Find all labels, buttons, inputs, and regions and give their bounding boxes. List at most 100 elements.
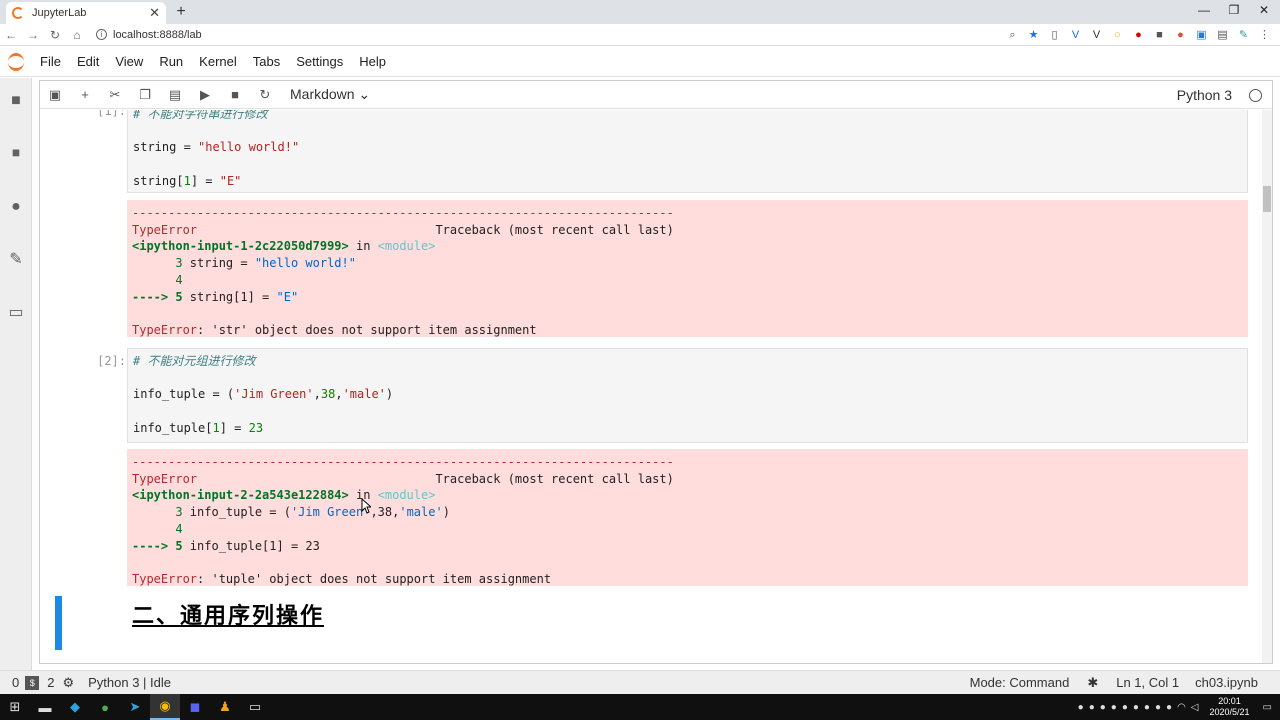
scrollbar-thumb[interactable] [1263, 186, 1271, 212]
notebook-panel: ▣ + ✂ ❐ ▤ ▶ ■ ↻ Markdown ⌄ Python 3 [1]:… [39, 80, 1273, 664]
cut-icon[interactable]: ✂ [100, 87, 130, 103]
cursor-position[interactable]: Ln 1, Col 1 [1116, 675, 1179, 690]
status-bar: 0 $ 2 ⚙ Python 3 | Idle Mode: Command ✱ … [0, 670, 1280, 694]
zoom-icon[interactable]: ⌕ [1005, 28, 1020, 42]
tabs-icon[interactable]: ▭ [7, 304, 25, 322]
paste-icon[interactable]: ▤ [160, 87, 190, 103]
extension-orange-icon[interactable]: ● [1173, 28, 1188, 42]
kernel-gear-icon[interactable]: ⚙ [62, 675, 74, 691]
app-icon-orange[interactable]: ♟ [210, 694, 240, 720]
wrench-icon[interactable]: ✎ [7, 251, 25, 269]
file-name: ch03.ipynb [1195, 675, 1258, 690]
extension-circle-icon[interactable]: ○ [1110, 28, 1125, 42]
run-icon[interactable]: ▶ [190, 87, 220, 103]
terminal-app-icon[interactable]: ▭ [240, 694, 270, 720]
running-kernels-icon[interactable]: ⏹ [7, 145, 25, 163]
url-field[interactable]: i localhost:8888/lab [96, 29, 202, 41]
folder-icon[interactable]: ■ [7, 92, 25, 110]
tray-icon[interactable]: ● [1078, 702, 1084, 713]
menu-edit[interactable]: Edit [69, 54, 107, 69]
tray-icon[interactable]: ● [1155, 702, 1161, 713]
windows-taskbar: ⊞ ▬ ◆ ● ➤ ◉ ◼ ♟ ▭ ● ● ● ● ● ● ● ● ● ◠ ◁ … [0, 694, 1280, 720]
reload-icon[interactable]: ↻ [44, 28, 66, 42]
extension-feather-icon[interactable]: ✎ [1236, 28, 1251, 42]
url-text: localhost:8888/lab [113, 28, 202, 41]
browser-address-bar: ← → ↻ ⌂ i localhost:8888/lab ⌕ ★ ▯ V V ○… [0, 24, 1280, 46]
close-tab-icon[interactable]: ✕ [149, 5, 160, 21]
code-string: "E" [276, 289, 299, 304]
new-tab-button[interactable]: + [172, 2, 190, 22]
clock-time: 20:01 [1218, 696, 1241, 706]
notebook-scrollbar[interactable] [1262, 110, 1272, 663]
chrome-icon[interactable]: ◉ [150, 694, 180, 720]
terminal-count[interactable]: 0 [12, 675, 19, 690]
menu-help[interactable]: Help [351, 54, 394, 69]
mode-indicator[interactable]: Mode: Command [970, 675, 1070, 690]
code-cell-input[interactable]: # 不能对元组进行修改 ​ info_tuple = ('Jim Green',… [127, 348, 1248, 443]
code-text: , [335, 387, 343, 402]
wechat-icon[interactable]: ● [90, 694, 120, 720]
copy-icon[interactable]: ❐ [130, 87, 160, 103]
volume-icon[interactable]: ◁ [1191, 702, 1199, 713]
code-string: "E" [219, 173, 242, 188]
cell-type-select[interactable]: Markdown ⌄ [290, 86, 370, 103]
browser-tab-title: JupyterLab [32, 7, 87, 19]
tray-icon[interactable]: ● [1111, 702, 1117, 713]
system-clock[interactable]: 20:01 2020/5/21 [1210, 696, 1250, 718]
terminal-icon[interactable]: $ [25, 675, 40, 690]
browser-tab[interactable]: JupyterLab ✕ [6, 2, 166, 24]
input-reference: <ipython-input-2-2a543e122884> [132, 488, 349, 503]
line-number: 3 [132, 505, 190, 520]
menu-view[interactable]: View [107, 54, 151, 69]
bug-icon[interactable]: ✱ [1087, 675, 1098, 691]
system-tray: ● ● ● ● ● ● ● ● ● ◠ ◁ 20:01 2020/5/21 ▭ [1078, 694, 1272, 720]
tray-icon[interactable]: ● [1144, 702, 1150, 713]
tray-icon[interactable]: ● [1100, 702, 1106, 713]
forward-arrow-icon[interactable]: → [22, 28, 44, 42]
home-icon[interactable]: ⌂ [66, 28, 88, 42]
tray-icon[interactable]: ● [1122, 702, 1128, 713]
stop-icon[interactable]: ■ [220, 87, 250, 102]
menu-settings[interactable]: Settings [288, 54, 351, 69]
bookmark-star-icon[interactable]: ★ [1026, 28, 1041, 42]
restore-window-button[interactable]: ❐ [1224, 3, 1244, 17]
minimize-window-button[interactable]: — [1194, 3, 1214, 17]
wifi-icon[interactable]: ◠ [1177, 702, 1186, 713]
markdown-heading[interactable]: 二、通用序列操作 [132, 598, 324, 630]
extension-translate-icon[interactable]: ▣ [1194, 28, 1209, 42]
menu-run[interactable]: Run [151, 54, 191, 69]
extension-opera-icon[interactable]: ● [1131, 28, 1146, 42]
kernel-status[interactable]: Python 3 | Idle [88, 675, 171, 690]
extension-v-icon[interactable]: V [1068, 28, 1083, 42]
menu-tabs[interactable]: Tabs [245, 54, 288, 69]
browser-menu-icon[interactable]: ⋮ [1257, 28, 1272, 42]
kernel-count[interactable]: 2 [47, 675, 54, 690]
restart-icon[interactable]: ↻ [250, 87, 280, 103]
tray-icon[interactable]: ● [1166, 702, 1172, 713]
extension-cat-icon[interactable]: ■ [1152, 28, 1167, 42]
insert-cell-icon[interactable]: + [70, 87, 100, 102]
tray-icon[interactable]: ● [1133, 702, 1139, 713]
app-icon-discord[interactable]: ◼ [180, 694, 210, 720]
extension-puzzle-icon[interactable]: ▤ [1215, 28, 1230, 42]
save-icon[interactable]: ▣ [40, 87, 70, 103]
telegram-icon[interactable]: ➤ [120, 694, 150, 720]
extension-vue-icon[interactable]: V [1089, 28, 1104, 42]
extension-page-icon[interactable]: ▯ [1047, 28, 1062, 42]
code-string: "hello world!" [198, 140, 300, 155]
notification-icon[interactable]: ▭ [1263, 702, 1272, 713]
close-window-button[interactable]: ✕ [1254, 3, 1274, 17]
menu-file[interactable]: File [32, 54, 69, 69]
kernel-name[interactable]: Python 3 [1177, 87, 1232, 103]
palette-icon[interactable]: ● [7, 198, 25, 216]
app-icon-blue[interactable]: ◆ [60, 694, 90, 720]
site-info-icon[interactable]: i [96, 29, 107, 40]
code-cell-input[interactable]: # 不能对字符串进行修改 ​ string = "hello world!" ​… [127, 110, 1248, 193]
code-text: ] = [219, 420, 249, 435]
back-arrow-icon[interactable]: ← [0, 28, 22, 42]
tray-icon[interactable]: ● [1089, 702, 1095, 713]
code-text: info_tuple[ [133, 420, 213, 435]
windows-start-icon[interactable]: ⊞ [0, 694, 30, 720]
menu-kernel[interactable]: Kernel [191, 54, 245, 69]
file-explorer-icon[interactable]: ▬ [30, 694, 60, 720]
